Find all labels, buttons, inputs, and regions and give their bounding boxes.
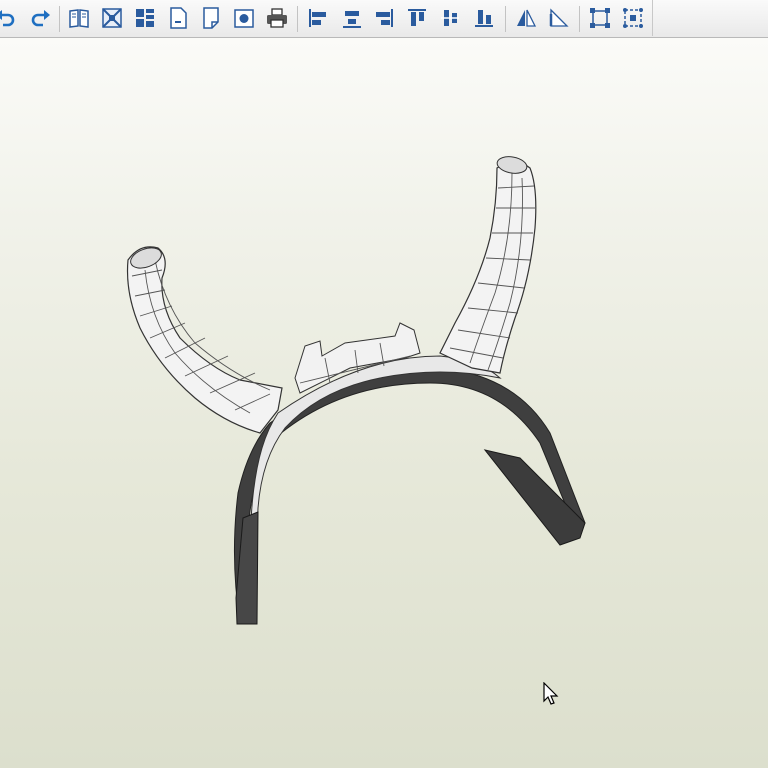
left-horn	[126, 246, 283, 434]
undo-button[interactable]	[0, 6, 18, 30]
mouse-cursor-icon	[543, 682, 559, 705]
toolbar-separator	[579, 6, 580, 32]
flip-v-button[interactable]	[547, 6, 571, 30]
page-icon	[170, 7, 187, 29]
open-unfold-button[interactable]	[67, 6, 91, 30]
horn-headband-model[interactable]	[0, 38, 768, 768]
toolbar-group	[0, 0, 653, 36]
right-horn	[439, 156, 537, 374]
redo-icon	[31, 10, 50, 27]
printer-icon	[267, 8, 287, 28]
flip-vertical-icon	[549, 8, 569, 27]
align-top-icon	[408, 9, 426, 26]
align-bottom-button[interactable]	[472, 6, 496, 30]
align-top-button[interactable]	[405, 6, 429, 30]
new-page-button[interactable]	[166, 6, 190, 30]
align-center-icon	[343, 11, 361, 28]
flip-h-button[interactable]	[514, 6, 538, 30]
print-button[interactable]	[265, 6, 289, 30]
align-middle-icon	[441, 10, 459, 26]
frame-select-icon	[590, 8, 610, 28]
flip-horizontal-icon	[517, 9, 537, 27]
3d-viewport[interactable]	[0, 38, 768, 768]
select-all-icon	[623, 8, 643, 28]
align-middle-button[interactable]	[438, 6, 462, 30]
unfold-icon	[102, 8, 122, 28]
align-left-button[interactable]	[306, 6, 330, 30]
align-bottom-icon	[475, 10, 493, 27]
page-setup-icon	[203, 7, 219, 29]
layout-button[interactable]	[133, 6, 157, 30]
undo-icon	[0, 10, 15, 27]
align-right-icon	[376, 9, 393, 27]
page-setup-button[interactable]	[199, 6, 223, 30]
select-frame-button[interactable]	[588, 6, 612, 30]
toolbar-separator	[59, 6, 60, 32]
redo-button[interactable]	[28, 6, 52, 30]
select-all-button[interactable]	[621, 6, 645, 30]
align-right-button[interactable]	[372, 6, 396, 30]
toolbar-separator	[297, 6, 298, 32]
unfold-button[interactable]	[100, 6, 124, 30]
toolbar-separator	[505, 6, 506, 32]
main-toolbar	[0, 0, 768, 38]
align-left-icon	[309, 9, 326, 27]
grid-icon	[136, 9, 154, 27]
camera-icon	[234, 9, 254, 28]
photo-button[interactable]	[232, 6, 256, 30]
book-icon	[69, 9, 89, 28]
align-center-button[interactable]	[340, 6, 364, 30]
